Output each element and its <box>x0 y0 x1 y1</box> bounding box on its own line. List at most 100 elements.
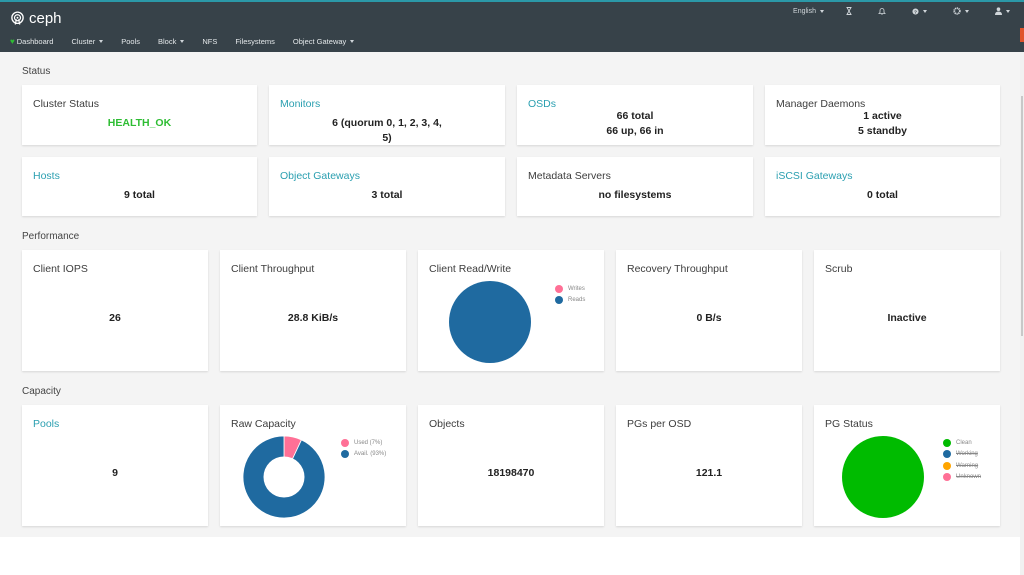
nav-nfs[interactable]: NFS <box>193 30 226 54</box>
vertical-scrollbar[interactable] <box>1020 52 1024 575</box>
legend-label: Used (7%) <box>354 439 383 446</box>
client-read-write-pie <box>449 281 531 363</box>
pie-slice-clean[interactable] <box>842 436 924 518</box>
legend-swatch <box>555 296 563 305</box>
legend-swatch <box>555 284 563 293</box>
chevron-down-icon <box>965 9 969 13</box>
nav-block[interactable]: Block <box>149 30 193 54</box>
legend-label: Reads <box>568 297 586 304</box>
nav-label: NFS <box>202 36 218 46</box>
client-throughput-card: Client Throughput 28.8 KiB/s <box>220 250 406 371</box>
legend-label: Working <box>956 451 978 458</box>
language-label: English <box>793 7 816 15</box>
iscsi-gateways-link[interactable]: iSCSI Gateways <box>776 170 852 182</box>
legend-label: Avail. (93%) <box>354 451 387 458</box>
metadata-servers-card: Metadata Servers no filesystems <box>517 157 753 216</box>
nav-cluster[interactable]: Cluster <box>62 30 112 54</box>
manager-standby-value: 5 standby <box>857 125 907 137</box>
nav-pools[interactable]: Pools <box>112 30 149 54</box>
notifications-button[interactable] <box>878 7 886 15</box>
status-section-title: Status <box>22 66 51 77</box>
nav-label: Pools <box>121 36 140 46</box>
nav-filesystems[interactable]: Filesystems <box>226 30 284 54</box>
cluster-status-card: Cluster Status HEALTH_OK <box>22 85 257 145</box>
tasks-button[interactable] <box>846 7 852 15</box>
legend-item[interactable]: Writes <box>555 283 585 295</box>
scrub-value: Inactive <box>887 312 927 324</box>
legend-item[interactable]: Unknown <box>943 472 981 484</box>
legend-item[interactable]: Used (7%) <box>341 437 386 449</box>
card-title: Objects <box>429 418 465 430</box>
monitors-value-line1: 6 (quorum 0, 1, 2, 3, 4, <box>332 117 442 129</box>
legend-item[interactable]: Reads <box>555 295 585 307</box>
gear-icon <box>953 7 961 15</box>
pgs-per-osd-value: 121.1 <box>695 467 723 479</box>
health-status-value: HEALTH_OK <box>107 117 172 129</box>
nav-label: Object Gateway <box>292 36 347 46</box>
client-throughput-value: 28.8 KiB/s <box>287 312 339 324</box>
pools-value: 9 <box>112 467 118 479</box>
monitors-link[interactable]: Monitors <box>280 98 320 110</box>
monitors-card: Monitors 6 (quorum 0, 1, 2, 3, 4, 5) <box>269 85 505 145</box>
pools-link[interactable]: Pools <box>33 418 59 430</box>
scrollbar-thumb[interactable] <box>1021 96 1023 336</box>
chevron-down-icon <box>1006 9 1010 13</box>
chevron-down-icon <box>350 39 355 43</box>
help-icon: ? <box>912 7 919 15</box>
settings-menu[interactable] <box>953 7 969 15</box>
top-navbar: ceph English ? ♥ Dashboard Cluster Pools … <box>0 0 1024 54</box>
legend-label: Clean <box>956 439 972 446</box>
hosts-value: 9 total <box>124 189 155 201</box>
legend-item[interactable]: Avail. (93%) <box>341 449 386 461</box>
legend-label: Writes <box>568 285 585 292</box>
chevron-down-icon <box>923 9 927 13</box>
language-selector[interactable]: English <box>793 8 824 15</box>
object-gateways-link[interactable]: Object Gateways <box>280 170 360 182</box>
ceph-logo[interactable]: ceph <box>10 10 62 27</box>
manager-active-value: 1 active <box>863 110 902 122</box>
client-read-write-legend: Writes Reads <box>555 283 585 306</box>
recovery-throughput-card: Recovery Throughput 0 B/s <box>616 250 802 371</box>
hosts-link[interactable]: Hosts <box>33 170 60 182</box>
object-gateways-card: Object Gateways 3 total <box>269 157 505 216</box>
pg-status-card: PG Status Clean Working Warning Unknown <box>814 405 1000 526</box>
raw-capacity-card: Raw Capacity Used (7%) Avail. (93%) <box>220 405 406 526</box>
objects-card: Objects 18198470 <box>418 405 604 526</box>
raw-capacity-donut <box>242 435 326 519</box>
legend-swatch <box>341 450 349 459</box>
capacity-section-title: Capacity <box>22 386 61 397</box>
card-title: PGs per OSD <box>627 418 692 430</box>
nav-label: Dashboard <box>16 36 54 46</box>
pie-slice-reads[interactable] <box>449 281 531 363</box>
card-title: Client Read/Write <box>429 263 512 275</box>
object-gateways-value: 3 total <box>371 189 403 201</box>
card-title: Client Throughput <box>231 263 315 275</box>
legend-label: Warning <box>956 462 979 469</box>
osds-card: OSDs 66 total 66 up, 66 in <box>517 85 753 145</box>
legend-item[interactable]: Clean <box>943 437 981 449</box>
pools-card: Pools 9 <box>22 405 208 526</box>
card-title: Cluster Status <box>33 98 99 110</box>
manager-daemons-card: Manager Daemons 1 active 5 standby <box>765 85 1000 145</box>
chevron-down-icon <box>180 39 185 43</box>
raw-capacity-legend: Used (7%) Avail. (93%) <box>341 437 386 460</box>
iscsi-gateways-value: 0 total <box>867 189 898 201</box>
legend-swatch <box>341 438 349 447</box>
metadata-servers-value: no filesystems <box>598 189 672 201</box>
hosts-card: Hosts 9 total <box>22 157 257 216</box>
nav-label: Cluster <box>71 36 96 46</box>
main-nav: ♥ Dashboard Cluster Pools Block NFS Files… <box>0 30 363 54</box>
card-title: Scrub <box>825 263 853 275</box>
legend-item[interactable]: Working <box>943 449 981 461</box>
nav-dashboard[interactable]: ♥ Dashboard <box>0 30 63 54</box>
nav-object-gateway[interactable]: Object Gateway <box>284 30 363 54</box>
pg-status-legend: Clean Working Warning Unknown <box>943 437 981 483</box>
legend-item[interactable]: Warning <box>943 460 981 472</box>
donut-hole <box>263 456 305 498</box>
legend-swatch <box>943 438 951 447</box>
iscsi-gateways-card: iSCSI Gateways 0 total <box>765 157 1000 216</box>
user-menu[interactable] <box>995 7 1010 15</box>
nav-label: Filesystems <box>235 36 275 46</box>
legend-swatch <box>943 473 951 482</box>
help-menu[interactable]: ? <box>912 7 927 15</box>
